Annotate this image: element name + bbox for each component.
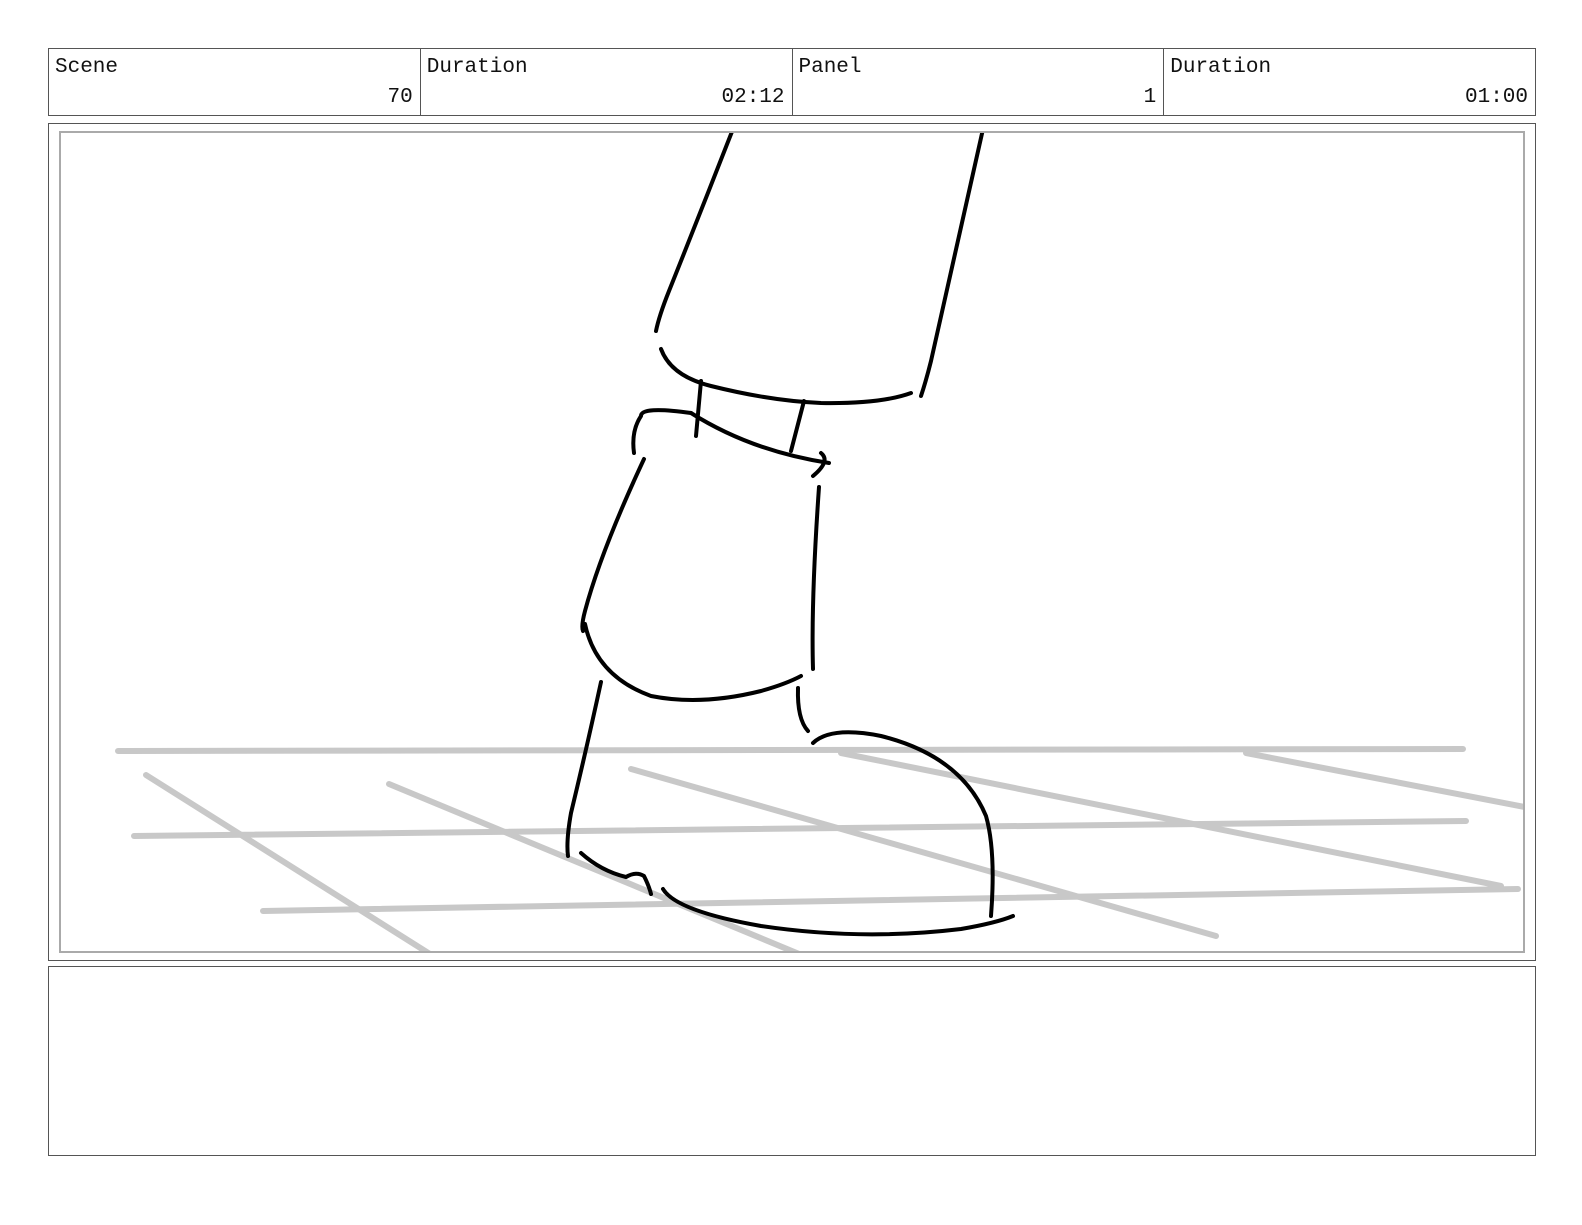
boot-top-left-edge	[631, 408, 693, 455]
pant-leg-left	[654, 133, 734, 333]
scene-cell: Scene 70	[49, 49, 421, 115]
sock-line	[694, 379, 703, 438]
boot-top-rim	[689, 411, 831, 465]
boot-shaft-right	[810, 485, 821, 671]
scene-number: 70	[387, 86, 413, 109]
panel-cell: Panel 1	[793, 49, 1165, 115]
panel-duration-label: Duration	[1170, 56, 1272, 79]
scene-duration-cell: Duration 02:12	[421, 49, 793, 115]
pant-leg-right	[919, 133, 985, 398]
panel-label: Panel	[798, 56, 862, 79]
floor-line	[628, 766, 1219, 939]
sock-line	[789, 399, 806, 453]
floor-line	[260, 886, 1521, 914]
panel-sketch	[115, 133, 1523, 951]
panel-duration-value: 01:00	[1464, 86, 1528, 109]
floor-line	[143, 772, 431, 951]
panel-frame	[48, 123, 1536, 961]
floor-line	[115, 746, 1466, 754]
boot-top-right-edge	[811, 451, 827, 478]
boot-ankle-curve	[583, 622, 803, 702]
floor-grid	[115, 746, 1523, 951]
panel-image-area	[59, 131, 1525, 953]
scene-duration-label: Duration	[426, 56, 528, 79]
floor-line	[1243, 750, 1523, 810]
boot-instep	[795, 686, 810, 733]
scene-duration-value: 02:12	[721, 86, 785, 109]
floor-line	[131, 818, 1469, 839]
storyboard-header: Scene 70 Duration 02:12 Panel 1 Duration…	[48, 48, 1536, 116]
panel-number: 1	[1143, 86, 1157, 109]
panel-notes-box[interactable]	[48, 966, 1536, 1156]
panel-duration-cell: Duration 01:00	[1164, 49, 1535, 115]
scene-label: Scene	[55, 56, 119, 79]
boot-shaft-left	[580, 457, 646, 633]
